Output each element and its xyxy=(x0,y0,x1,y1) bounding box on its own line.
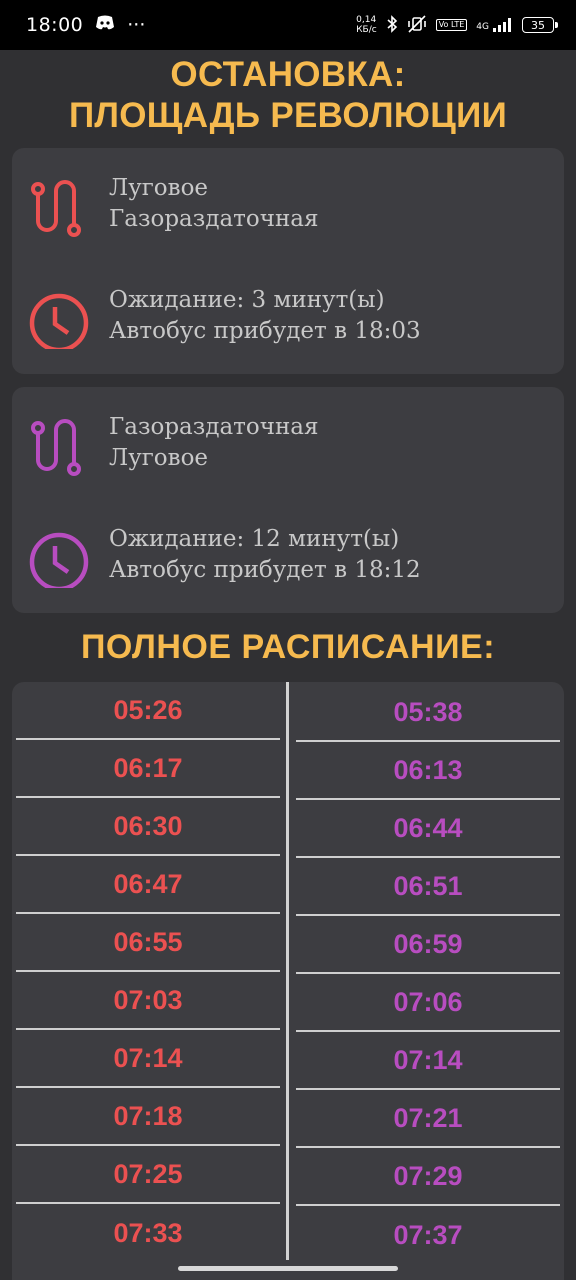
arrival-row: Ожидание: 3 минут(ы) Автобус прибудет в … xyxy=(12,282,564,353)
battery-icon: 35 xyxy=(522,17,558,33)
stop-title-line2: ПЛОЩАДЬ РЕВОЛЮЦИИ xyxy=(68,96,508,135)
route-direction-row: Луговое Газораздаточная xyxy=(12,170,564,240)
schedule-time: 06:17 xyxy=(16,740,280,798)
route-from: Газораздаточная xyxy=(109,414,319,440)
volte-badge: Vo LTE xyxy=(435,19,468,31)
gesture-home-bar[interactable] xyxy=(178,1266,398,1271)
schedule-time: 07:21 xyxy=(296,1090,560,1148)
schedule-time: 07:03 xyxy=(16,972,280,1030)
route-to: Газораздаточная xyxy=(109,206,319,232)
schedule-time: 07:33 xyxy=(113,1217,183,1248)
schedule-time: 07:29 xyxy=(296,1148,560,1206)
net-speed-unit: КБ/с xyxy=(356,25,377,35)
schedule-time: 07:25 xyxy=(16,1146,280,1204)
arrival-time: Автобус прибудет в 18:12 xyxy=(109,557,421,583)
discord-icon xyxy=(95,14,115,36)
net-speed-value: 0,14 xyxy=(356,15,377,25)
schedule-time: 06:59 xyxy=(296,916,560,974)
route-card-2[interactable]: Газораздаточная Луговое Ожидание: 12 мин… xyxy=(12,387,564,613)
schedule-time: 07:06 xyxy=(296,974,560,1032)
route-from: Луговое xyxy=(109,175,209,201)
stop-title: ОСТАНОВКА: ПЛОЩАДЬ РЕВОЛЮЦИИ xyxy=(0,54,576,136)
schedule-table[interactable]: 05:26 06:17 06:30 06:47 06:55 07:03 07:1… xyxy=(12,682,564,1280)
wait-time: Ожидание: 3 минут(ы) xyxy=(109,287,385,313)
schedule-time: 06:55 xyxy=(16,914,280,972)
route-to: Луговое xyxy=(109,445,209,471)
schedule-time: 06:51 xyxy=(296,858,560,916)
bluetooth-icon xyxy=(386,14,398,36)
schedule-column-left: 05:26 06:17 06:30 06:47 06:55 07:03 07:1… xyxy=(16,682,280,1262)
schedule-column-right: 05:38 06:13 06:44 06:51 06:59 07:06 07:1… xyxy=(296,684,560,1264)
schedule-time: 06:30 xyxy=(16,798,280,856)
schedule-time: 07:14 xyxy=(296,1032,560,1090)
column-divider xyxy=(286,682,289,1260)
more-notifications-icon: ··· xyxy=(127,14,146,36)
arrival-time: Автобус прибудет в 18:03 xyxy=(109,318,421,344)
clock-icon xyxy=(28,287,90,353)
stop-title-line1: ОСТАНОВКА: xyxy=(170,55,406,94)
network-type: 4G xyxy=(476,22,489,32)
schedule-time: 07:18 xyxy=(16,1088,280,1146)
route-direction-row: Газораздаточная Луговое xyxy=(12,409,564,479)
vibrate-off-icon xyxy=(407,14,427,36)
schedule-time: 07:37 xyxy=(393,1219,463,1250)
status-bar: 18:00 ··· 0,14 КБ/с Vo LTE 4G 35 xyxy=(0,0,576,50)
clock-icon xyxy=(28,526,90,592)
route-icon xyxy=(28,175,90,237)
net-speed: 0,14 КБ/с xyxy=(356,15,377,35)
schedule-time: 06:44 xyxy=(296,800,560,858)
clock-time: 18:00 xyxy=(26,14,84,36)
schedule-time: 07:14 xyxy=(16,1030,280,1088)
schedule-time: 05:38 xyxy=(296,684,560,742)
schedule-title: ПОЛНОЕ РАСПИСАНИЕ: xyxy=(80,628,496,666)
wait-time: Ожидание: 12 минут(ы) xyxy=(109,526,400,552)
battery-level: 35 xyxy=(531,18,545,32)
route-card-1[interactable]: Луговое Газораздаточная Ожидание: 3 мину… xyxy=(12,148,564,374)
arrival-row: Ожидание: 12 минут(ы) Автобус прибудет в… xyxy=(12,521,564,592)
schedule-time: 06:13 xyxy=(296,742,560,800)
schedule-time: 05:26 xyxy=(16,682,280,740)
signal-icon: 4G xyxy=(476,18,513,32)
schedule-time: 06:47 xyxy=(16,856,280,914)
route-icon xyxy=(28,414,90,476)
